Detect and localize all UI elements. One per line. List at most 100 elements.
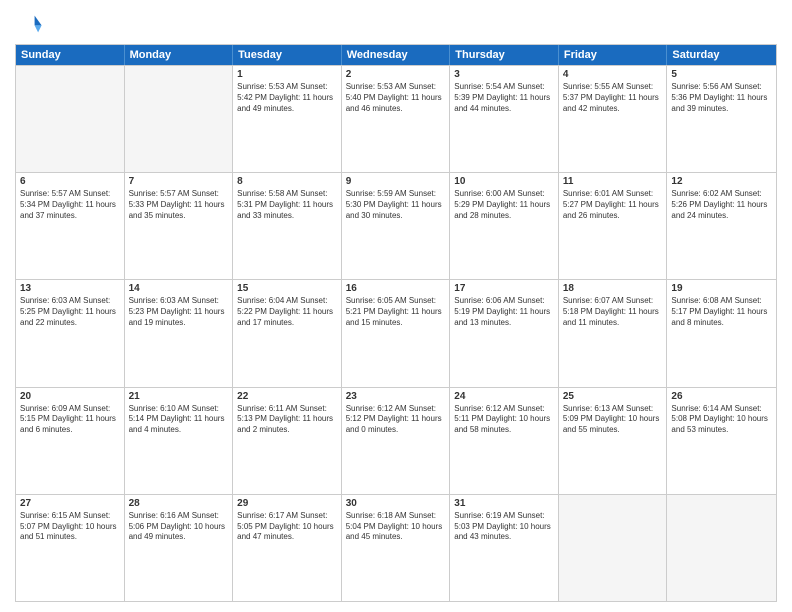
day-info: Sunrise: 5:53 AM Sunset: 5:40 PM Dayligh… <box>346 82 446 114</box>
calendar-cell: 22 Sunrise: 6:11 AM Sunset: 5:13 PM Dayli… <box>233 388 342 494</box>
calendar-cell: 13 Sunrise: 6:03 AM Sunset: 5:25 PM Dayli… <box>16 280 125 386</box>
calendar-cell: 30 Sunrise: 6:18 AM Sunset: 5:04 PM Dayli… <box>342 495 451 601</box>
day-number: 7 <box>129 176 229 187</box>
day-number: 27 <box>20 498 120 509</box>
day-number: 11 <box>563 176 663 187</box>
day-number: 13 <box>20 283 120 294</box>
page: SundayMondayTuesdayWednesdayThursdayFrid… <box>0 0 792 612</box>
day-number: 30 <box>346 498 446 509</box>
day-number: 9 <box>346 176 446 187</box>
logo <box>15 10 47 38</box>
day-number: 25 <box>563 391 663 402</box>
calendar-cell: 8 Sunrise: 5:58 AM Sunset: 5:31 PM Daylig… <box>233 173 342 279</box>
calendar-cell: 19 Sunrise: 6:08 AM Sunset: 5:17 PM Dayli… <box>667 280 776 386</box>
calendar-cell: 10 Sunrise: 6:00 AM Sunset: 5:29 PM Dayli… <box>450 173 559 279</box>
day-info: Sunrise: 6:08 AM Sunset: 5:17 PM Dayligh… <box>671 296 772 328</box>
calendar-row: 27 Sunrise: 6:15 AM Sunset: 5:07 PM Dayli… <box>16 494 776 601</box>
day-info: Sunrise: 6:07 AM Sunset: 5:18 PM Dayligh… <box>563 296 663 328</box>
calendar-cell: 31 Sunrise: 6:19 AM Sunset: 5:03 PM Dayli… <box>450 495 559 601</box>
calendar-cell: 24 Sunrise: 6:12 AM Sunset: 5:11 PM Dayli… <box>450 388 559 494</box>
calendar-header: SundayMondayTuesdayWednesdayThursdayFrid… <box>16 45 776 65</box>
calendar-cell: 25 Sunrise: 6:13 AM Sunset: 5:09 PM Dayli… <box>559 388 668 494</box>
day-info: Sunrise: 6:14 AM Sunset: 5:08 PM Dayligh… <box>671 404 772 436</box>
calendar-cell: 20Sunrise: 6:09 AM Sunset: 5:15 PM Dayli… <box>16 388 125 494</box>
day-number: 8 <box>237 176 337 187</box>
day-info: Sunrise: 6:17 AM Sunset: 5:05 PM Dayligh… <box>237 511 337 543</box>
day-info: Sunrise: 6:19 AM Sunset: 5:03 PM Dayligh… <box>454 511 554 543</box>
calendar-cell <box>559 495 668 601</box>
calendar-cell: 2Sunrise: 5:53 AM Sunset: 5:40 PM Daylig… <box>342 66 451 172</box>
day-info: Sunrise: 5:58 AM Sunset: 5:31 PM Dayligh… <box>237 189 337 221</box>
day-number: 5 <box>671 69 772 80</box>
day-info: Sunrise: 6:00 AM Sunset: 5:29 PM Dayligh… <box>454 189 554 221</box>
day-number: 4 <box>563 69 663 80</box>
calendar-cell: 1Sunrise: 5:53 AM Sunset: 5:42 PM Daylig… <box>233 66 342 172</box>
calendar-cell: 11 Sunrise: 6:01 AM Sunset: 5:27 PM Dayli… <box>559 173 668 279</box>
day-info: Sunrise: 5:57 AM Sunset: 5:33 PM Dayligh… <box>129 189 229 221</box>
day-info: Sunrise: 5:59 AM Sunset: 5:30 PM Dayligh… <box>346 189 446 221</box>
calendar-cell <box>16 66 125 172</box>
day-number: 28 <box>129 498 229 509</box>
day-number: 31 <box>454 498 554 509</box>
calendar-cell: 4 Sunrise: 5:55 AM Sunset: 5:37 PM Daylig… <box>559 66 668 172</box>
day-info: Sunrise: 6:05 AM Sunset: 5:21 PM Dayligh… <box>346 296 446 328</box>
day-number: 18 <box>563 283 663 294</box>
day-info: Sunrise: 6:13 AM Sunset: 5:09 PM Dayligh… <box>563 404 663 436</box>
day-info: Sunrise: 6:11 AM Sunset: 5:13 PM Dayligh… <box>237 404 337 436</box>
calendar-cell: 27 Sunrise: 6:15 AM Sunset: 5:07 PM Dayli… <box>16 495 125 601</box>
calendar-cell <box>667 495 776 601</box>
calendar-cell: 26 Sunrise: 6:14 AM Sunset: 5:08 PM Dayli… <box>667 388 776 494</box>
day-number: 16 <box>346 283 446 294</box>
weekday-header: Sunday <box>16 45 125 65</box>
calendar-cell: 21Sunrise: 6:10 AM Sunset: 5:14 PM Dayli… <box>125 388 234 494</box>
day-number: 12 <box>671 176 772 187</box>
day-number: 14 <box>129 283 229 294</box>
day-info: Sunrise: 6:03 AM Sunset: 5:23 PM Dayligh… <box>129 296 229 328</box>
day-info: Sunrise: 6:01 AM Sunset: 5:27 PM Dayligh… <box>563 189 663 221</box>
weekday-header: Saturday <box>667 45 776 65</box>
day-number: 17 <box>454 283 554 294</box>
calendar-cell: 17Sunrise: 6:06 AM Sunset: 5:19 PM Dayli… <box>450 280 559 386</box>
calendar-cell <box>125 66 234 172</box>
day-info: Sunrise: 6:04 AM Sunset: 5:22 PM Dayligh… <box>237 296 337 328</box>
day-info: Sunrise: 6:18 AM Sunset: 5:04 PM Dayligh… <box>346 511 446 543</box>
day-info: Sunrise: 6:12 AM Sunset: 5:12 PM Dayligh… <box>346 404 446 436</box>
weekday-header: Friday <box>559 45 668 65</box>
weekday-header: Monday <box>125 45 234 65</box>
day-info: Sunrise: 5:53 AM Sunset: 5:42 PM Dayligh… <box>237 82 337 114</box>
calendar-cell: 9 Sunrise: 5:59 AM Sunset: 5:30 PM Daylig… <box>342 173 451 279</box>
calendar-cell: 29 Sunrise: 6:17 AM Sunset: 5:05 PM Dayli… <box>233 495 342 601</box>
day-number: 22 <box>237 391 337 402</box>
day-info: Sunrise: 5:55 AM Sunset: 5:37 PM Dayligh… <box>563 82 663 114</box>
day-number: 23 <box>346 391 446 402</box>
weekday-header: Thursday <box>450 45 559 65</box>
day-info: Sunrise: 6:03 AM Sunset: 5:25 PM Dayligh… <box>20 296 120 328</box>
day-number: 3 <box>454 69 554 80</box>
day-info: Sunrise: 6:02 AM Sunset: 5:26 PM Dayligh… <box>671 189 772 221</box>
calendar-cell: 28 Sunrise: 6:16 AM Sunset: 5:06 PM Dayli… <box>125 495 234 601</box>
day-number: 10 <box>454 176 554 187</box>
day-info: Sunrise: 5:57 AM Sunset: 5:34 PM Dayligh… <box>20 189 120 221</box>
calendar-cell: 12 Sunrise: 6:02 AM Sunset: 5:26 PM Dayli… <box>667 173 776 279</box>
weekday-header: Wednesday <box>342 45 451 65</box>
day-info: Sunrise: 6:15 AM Sunset: 5:07 PM Dayligh… <box>20 511 120 543</box>
calendar-cell: 6Sunrise: 5:57 AM Sunset: 5:34 PM Daylig… <box>16 173 125 279</box>
day-number: 24 <box>454 391 554 402</box>
calendar-cell: 14 Sunrise: 6:03 AM Sunset: 5:23 PM Dayli… <box>125 280 234 386</box>
day-info: Sunrise: 6:16 AM Sunset: 5:06 PM Dayligh… <box>129 511 229 543</box>
day-info: Sunrise: 6:12 AM Sunset: 5:11 PM Dayligh… <box>454 404 554 436</box>
calendar-cell: 3Sunrise: 5:54 AM Sunset: 5:39 PM Daylig… <box>450 66 559 172</box>
calendar-body: 1Sunrise: 5:53 AM Sunset: 5:42 PM Daylig… <box>16 65 776 601</box>
calendar-cell: 5 Sunrise: 5:56 AM Sunset: 5:36 PM Daylig… <box>667 66 776 172</box>
day-number: 20 <box>20 391 120 402</box>
day-number: 26 <box>671 391 772 402</box>
calendar-row: 6Sunrise: 5:57 AM Sunset: 5:34 PM Daylig… <box>16 172 776 279</box>
day-number: 29 <box>237 498 337 509</box>
calendar-cell: 23 Sunrise: 6:12 AM Sunset: 5:12 PM Dayli… <box>342 388 451 494</box>
calendar-row: 20Sunrise: 6:09 AM Sunset: 5:15 PM Dayli… <box>16 387 776 494</box>
calendar-cell: 16 Sunrise: 6:05 AM Sunset: 5:21 PM Dayli… <box>342 280 451 386</box>
day-info: Sunrise: 5:56 AM Sunset: 5:36 PM Dayligh… <box>671 82 772 114</box>
calendar-row: 1Sunrise: 5:53 AM Sunset: 5:42 PM Daylig… <box>16 65 776 172</box>
day-number: 19 <box>671 283 772 294</box>
calendar-row: 13 Sunrise: 6:03 AM Sunset: 5:25 PM Dayli… <box>16 279 776 386</box>
